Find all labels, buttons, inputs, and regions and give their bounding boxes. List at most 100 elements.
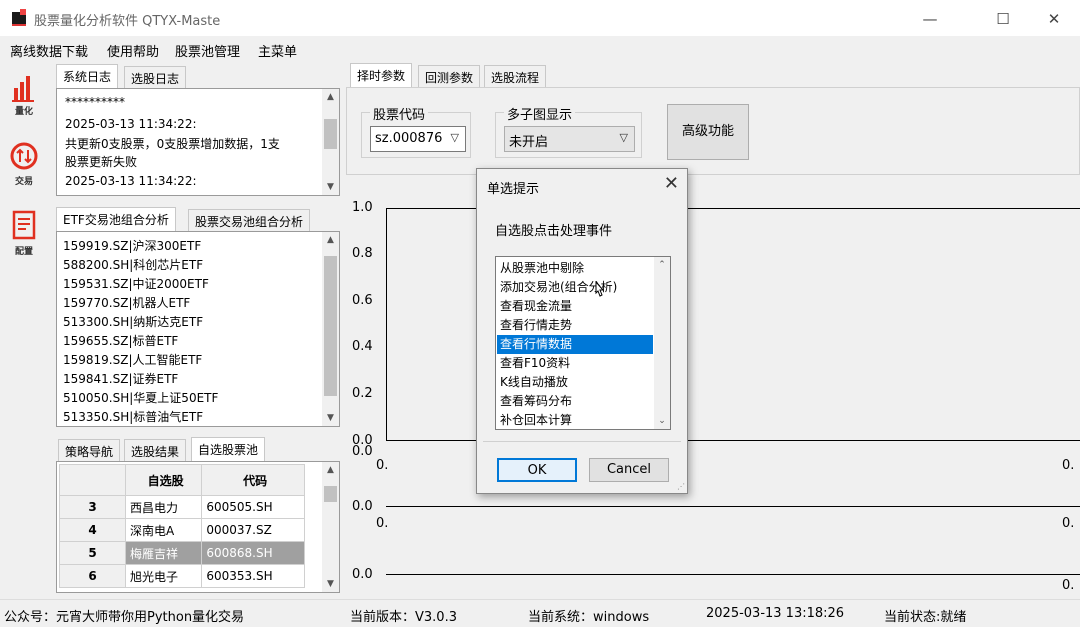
dialog-close-icon[interactable]: ✕ <box>664 173 679 194</box>
list-item[interactable]: 159841.SZ|证券ETF <box>63 370 178 387</box>
row-number: 4 <box>59 518 126 542</box>
dialog-list-scrollbar[interactable]: ⌃ ⌄ <box>654 257 670 429</box>
etf-list-box[interactable]: 159919.SZ|沪深300ETF 588200.SH|科创芯片ETF 159… <box>56 231 340 427</box>
subplot-combo[interactable]: 未开启 ▽ <box>504 126 635 152</box>
table-row[interactable]: 4 深南电A 000037.SZ <box>59 518 305 542</box>
list-item[interactable]: 159919.SZ|沪深300ETF <box>63 237 201 254</box>
list-item[interactable]: 补仓回本计算 <box>497 411 653 429</box>
menu-stock-pool[interactable]: 股票池管理 <box>175 41 240 60</box>
ok-button[interactable]: OK <box>497 458 577 482</box>
tab-selection-log[interactable]: 选股日志 <box>124 66 187 88</box>
system-log-box[interactable]: ********** 2025-03-13 11:34:22: 共更新0支股票，… <box>56 88 340 196</box>
chevron-down-icon: ▽ <box>450 131 459 144</box>
trade-nav-label: 交易 <box>14 177 33 187</box>
advanced-features-button[interactable]: 高级功能 <box>667 104 749 160</box>
scroll-down-icon[interactable]: ▼ <box>322 576 339 592</box>
stock-code-cell[interactable]: 600868.SH <box>201 541 305 565</box>
stock-code-combo[interactable]: sz.000876 ▽ <box>370 126 466 152</box>
stock-name-cell[interactable]: 深南电A <box>124 518 203 542</box>
close-button[interactable]: ✕ <box>1034 6 1074 32</box>
stock-name-cell[interactable]: 梅雁吉祥 <box>124 541 203 565</box>
menu-help[interactable]: 使用帮助 <box>107 41 159 60</box>
tab-selection-results[interactable]: 选股结果 <box>124 439 187 461</box>
y-tick-label: 0.4 <box>352 339 373 354</box>
tab-selection-flow[interactable]: 选股流程 <box>484 65 547 87</box>
scroll-thumb[interactable] <box>324 256 337 396</box>
watchlist-table: 自选股 代码 3 西昌电力 600505.SH 4 深南电A 000037.SZ… <box>59 464 305 588</box>
row-number: 6 <box>59 564 126 588</box>
tab-backtest-params[interactable]: 回测参数 <box>418 65 481 87</box>
tab-strategy-nav[interactable]: 策略导航 <box>58 439 121 461</box>
stock-code-cell[interactable]: 000037.SZ <box>201 518 305 542</box>
tab-etf-pool[interactable]: ETF交易池组合分析 <box>56 207 176 231</box>
log-line: 2025-03-13 11:34:22: <box>65 174 197 188</box>
x-tick-label: 0. <box>1062 458 1075 473</box>
title-bar: 股票量化分析软件 QTYX-Maste — ☐ ✕ <box>0 0 1080 36</box>
column-header-name[interactable]: 自选股 <box>124 464 203 496</box>
list-item[interactable]: 159531.SZ|中证2000ETF <box>63 275 209 292</box>
scroll-up-icon[interactable]: ▲ <box>322 462 339 478</box>
stock-code-label: 股票代码 <box>370 104 429 123</box>
table-row[interactable]: 6 旭光电子 600353.SH <box>59 564 305 588</box>
list-item[interactable]: 查看F10资料 <box>497 354 653 373</box>
tab-system-log[interactable]: 系统日志 <box>56 64 119 88</box>
stock-code-cell[interactable]: 600505.SH <box>201 495 305 519</box>
etf-scrollbar[interactable]: ▲ ▼ <box>322 232 339 426</box>
resize-grip-icon[interactable]: ⋰ <box>677 482 685 491</box>
list-item[interactable]: 159770.SZ|机器人ETF <box>63 294 190 311</box>
list-item[interactable]: 588200.SH|科创芯片ETF <box>63 256 203 273</box>
single-select-dialog: 单选提示 ✕ 自选股点击处理事件 从股票池中剔除 添加交易池(组合分析) 查看现… <box>476 168 688 494</box>
x-tick-label: 0. <box>376 516 389 531</box>
scroll-down-icon[interactable]: ▼ <box>322 410 339 426</box>
log-line: 股票更新失败 <box>65 155 138 169</box>
maximize-button[interactable]: ☐ <box>983 6 1023 32</box>
tab-timing-params[interactable]: 择时参数 <box>350 63 413 87</box>
log-scrollbar[interactable]: ▲ ▼ <box>322 89 339 195</box>
stock-code-cell[interactable]: 600353.SH <box>201 564 305 588</box>
list-item[interactable]: 查看筹码分布 <box>497 392 653 411</box>
config-nav-button[interactable]: 配置 <box>4 208 44 264</box>
list-item[interactable]: 159655.SZ|标普ETF <box>63 332 178 349</box>
list-item[interactable]: K线自动播放 <box>497 373 653 392</box>
status-version: 当前版本：V3.0.3 <box>350 610 457 625</box>
minimize-button[interactable]: — <box>910 6 950 32</box>
watchlist-scrollbar[interactable]: ▲ ▼ <box>322 462 339 592</box>
cancel-button[interactable]: Cancel <box>589 458 669 482</box>
status-public-account: 公众号：元宵大师带你用Python量化交易 <box>4 610 245 625</box>
list-item[interactable]: 查看行情走势 <box>497 316 653 335</box>
scroll-up-icon[interactable]: ▲ <box>322 89 339 105</box>
stock-name-cell[interactable]: 西昌电力 <box>124 495 203 519</box>
list-item[interactable]: 从股票池中剔除 <box>497 259 653 278</box>
list-item[interactable]: 510050.SH|华夏上证50ETF <box>63 389 218 406</box>
list-item[interactable]: 513350.SH|标普油气ETF <box>63 408 203 425</box>
chevron-down-icon: ▽ <box>619 131 628 144</box>
subplot-label: 多子图显示 <box>504 104 576 123</box>
tab-watchlist-pool[interactable]: 自选股票池 <box>191 437 266 461</box>
list-item[interactable]: 查看现金流量 <box>497 297 653 316</box>
list-item-selected[interactable]: 查看行情数据 <box>497 335 653 354</box>
row-number: 5 <box>59 541 126 565</box>
x-tick-label: 0. <box>1062 578 1075 593</box>
menu-offline-download[interactable]: 离线数据下载 <box>10 41 88 60</box>
table-row[interactable]: 3 西昌电力 600505.SH <box>59 495 305 519</box>
mouse-cursor-icon <box>593 280 607 299</box>
list-item[interactable]: 513300.SH|纳斯达克ETF <box>63 313 203 330</box>
dialog-options-list[interactable]: 从股票池中剔除 添加交易池(组合分析) 查看现金流量 查看行情走势 查看行情数据… <box>495 256 671 430</box>
scroll-up-icon[interactable]: ⌃ <box>654 257 670 273</box>
quant-nav-button[interactable]: 量化 <box>4 68 44 124</box>
tab-stock-pool[interactable]: 股票交易池组合分析 <box>188 209 311 231</box>
config-nav-label: 配置 <box>14 247 33 257</box>
scroll-thumb[interactable] <box>324 119 337 149</box>
menu-main[interactable]: 主菜单 <box>258 41 297 60</box>
scroll-down-icon[interactable]: ⌄ <box>654 413 670 429</box>
list-item[interactable]: 添加交易池(组合分析) <box>497 278 653 297</box>
trade-nav-button[interactable]: 交易 <box>4 138 44 194</box>
scroll-up-icon[interactable]: ▲ <box>322 232 339 248</box>
table-header-row: 自选股 代码 <box>59 464 305 496</box>
scroll-thumb[interactable] <box>324 486 337 502</box>
list-item[interactable]: 159819.SZ|人工智能ETF <box>63 351 202 368</box>
column-header-code[interactable]: 代码 <box>201 464 305 496</box>
table-row[interactable]: 5 梅雁吉祥 600868.SH <box>59 541 305 565</box>
stock-name-cell[interactable]: 旭光电子 <box>124 564 203 588</box>
scroll-down-icon[interactable]: ▼ <box>322 179 339 195</box>
